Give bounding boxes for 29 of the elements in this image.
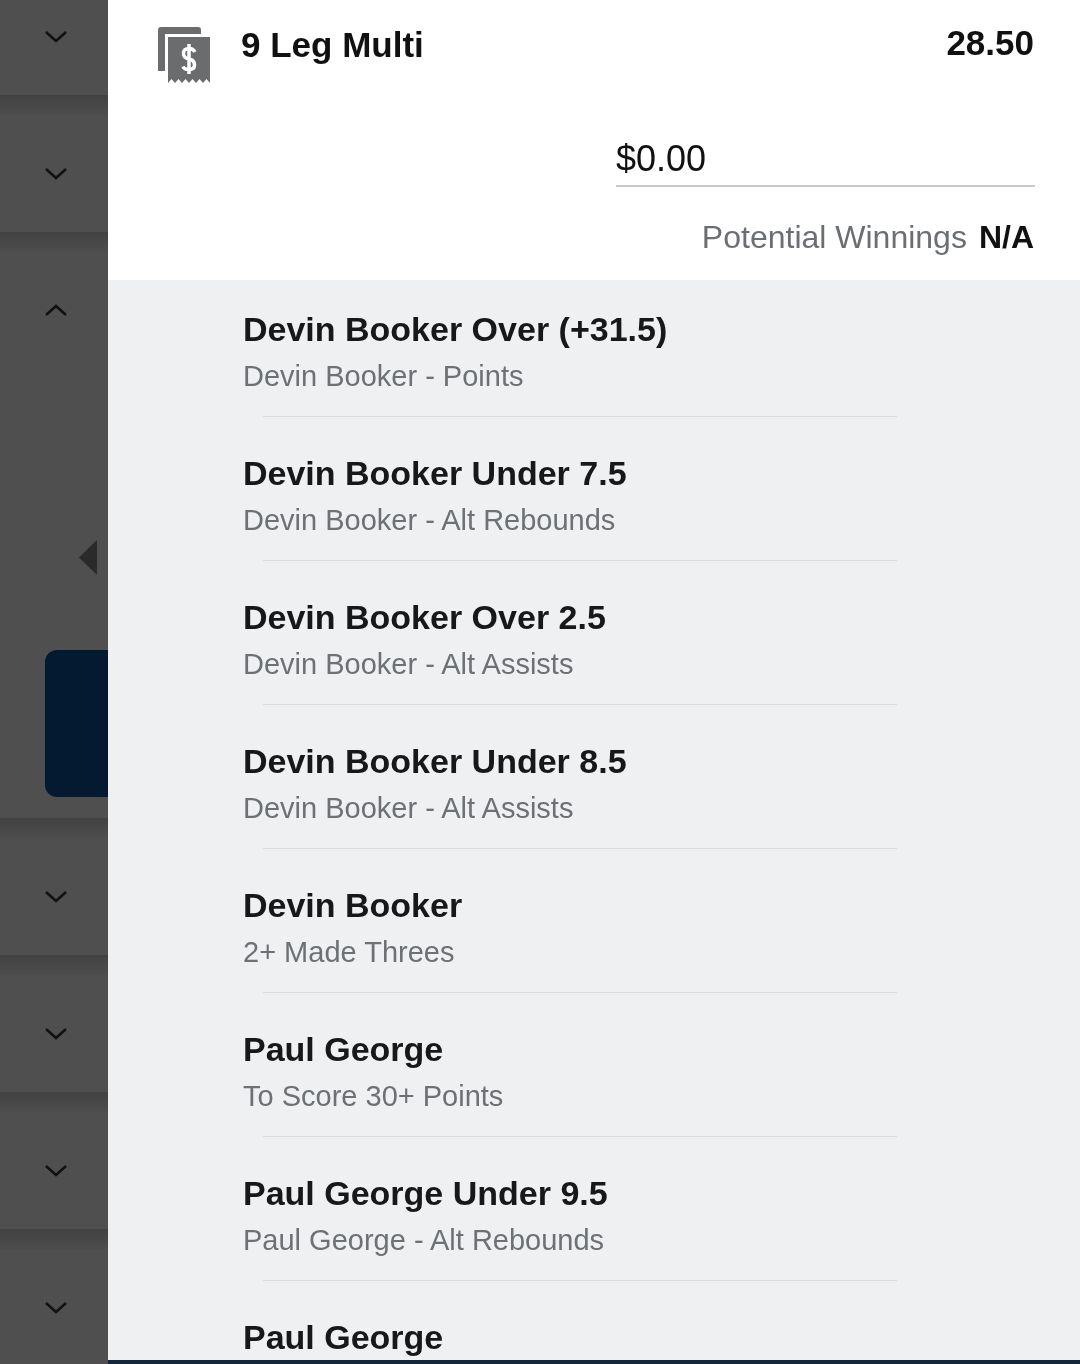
odds-value: 28.50 bbox=[946, 22, 1034, 64]
chevron-down-icon[interactable] bbox=[44, 1164, 68, 1177]
receipt-dollar-icon bbox=[158, 27, 210, 83]
leg-selection: Paul George bbox=[243, 1318, 444, 1356]
leg-selection: Devin Booker Over 2.5 bbox=[243, 598, 606, 636]
chevron-up-icon[interactable] bbox=[44, 304, 68, 317]
leg-market: Devin Booker - Alt Rebounds bbox=[243, 503, 616, 537]
chevron-down-icon[interactable] bbox=[44, 890, 68, 903]
chevron-down-icon[interactable] bbox=[44, 1027, 68, 1040]
leg-market: Paul George - Alt Rebounds bbox=[243, 1223, 605, 1257]
leg-market: Devin Booker - Alt Assists bbox=[243, 647, 574, 681]
chevron-down-icon[interactable] bbox=[44, 30, 68, 43]
leg-selection: Paul George bbox=[243, 1030, 444, 1068]
chevron-down-icon[interactable] bbox=[44, 167, 68, 180]
potential-winnings-value: N/A bbox=[978, 218, 1034, 256]
leg-selection: Devin Booker Over (+31.5) bbox=[243, 310, 668, 348]
stake-field[interactable]: $0.00 bbox=[616, 133, 1035, 187]
leg-market: Devin Booker - Alt Assists bbox=[243, 791, 574, 825]
leg-selection: Devin Booker bbox=[243, 886, 463, 924]
bet-title: 9 Leg Multi bbox=[241, 24, 424, 66]
leg-market: To Score 30+ Points bbox=[243, 1079, 504, 1113]
leg-selection: Devin Booker Under 7.5 bbox=[243, 454, 627, 492]
leg-market: 2+ Made Threes bbox=[243, 935, 455, 969]
leg-selection: Devin Booker Under 8.5 bbox=[243, 742, 627, 780]
chevron-down-icon[interactable] bbox=[44, 1301, 68, 1314]
leg-market: Devin Booker - Points bbox=[243, 359, 524, 393]
caret-left-icon[interactable] bbox=[79, 540, 97, 575]
potential-winnings-label: Potential Winnings bbox=[701, 218, 967, 256]
leg-selection: Paul George Under 9.5 bbox=[243, 1174, 608, 1212]
